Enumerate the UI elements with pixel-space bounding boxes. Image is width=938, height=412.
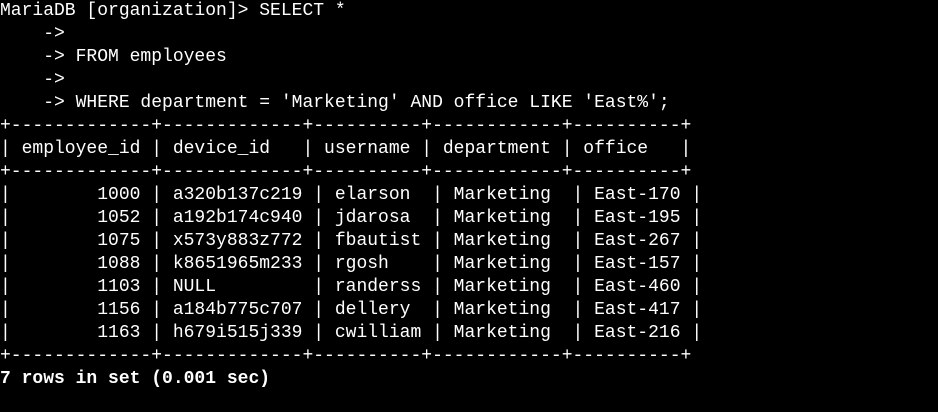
table-header: | employee_id | device_id | username | d…: [0, 139, 692, 159]
table-row: | 1156 | a184b775c707 | dellery | Market…: [0, 300, 703, 320]
table-row: | 1052 | a192b174c940 | jdarosa | Market…: [0, 208, 703, 228]
table-row: | 1103 | NULL | randerss | Marketing | E…: [0, 277, 703, 297]
table-separator: +-------------+-------------+----------+…: [0, 116, 692, 136]
table-row: | 1088 | k8651965m233 | rgosh | Marketin…: [0, 254, 703, 274]
continuation-line: -> WHERE department = 'Marketing' AND of…: [0, 93, 670, 113]
table-row: | 1000 | a320b137c219 | elarson | Market…: [0, 185, 703, 205]
terminal-window[interactable]: MariaDB [organization]> SELECT * -> -> F…: [0, 0, 938, 412]
table-separator: +-------------+-------------+----------+…: [0, 162, 692, 182]
table-row: | 1163 | h679i515j339 | cwilliam | Marke…: [0, 323, 703, 343]
continuation-line: -> FROM employees: [0, 47, 227, 67]
continuation-line: ->: [0, 24, 65, 44]
table-row: | 1075 | x573y883z772 | fbautist | Marke…: [0, 231, 703, 251]
result-summary: 7 rows in set (0.001 sec): [0, 369, 271, 389]
sql-prompt-line: MariaDB [organization]> SELECT *: [0, 1, 346, 21]
continuation-line: ->: [0, 70, 65, 90]
result-table: +-------------+-------------+----------+…: [0, 115, 938, 368]
table-separator: +-------------+-------------+----------+…: [0, 346, 692, 366]
